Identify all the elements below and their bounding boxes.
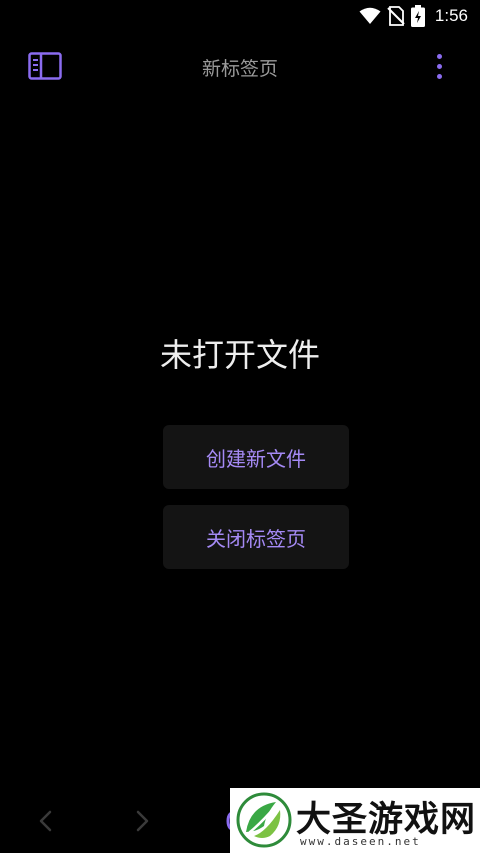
status-icons: 1:56: [359, 4, 468, 28]
chevron-left-icon[interactable]: [34, 808, 58, 834]
status-bar: 1:56: [0, 0, 480, 32]
page-title: 新标签页: [201, 58, 278, 80]
more-options-button[interactable]: [428, 48, 450, 84]
app-bar: 新标签页: [0, 38, 480, 94]
watermark-url: www.daseen.net: [300, 835, 421, 848]
watermark: 大圣游戏网 www.daseen.net: [230, 788, 480, 853]
close-tab-button[interactable]: 关闭标签页: [163, 505, 349, 569]
empty-state-title: 未打开文件: [159, 336, 320, 374]
chevron-right-icon[interactable]: [130, 808, 154, 834]
status-time: 1:56: [434, 6, 468, 25]
watermark-logo-icon: [236, 792, 292, 848]
more-vert-icon: [436, 53, 442, 79]
create-new-file-button[interactable]: 创建新文件: [163, 425, 349, 489]
wifi-icon: [359, 7, 381, 24]
battery-charging-icon: [410, 5, 425, 27]
no-sim-icon: [387, 6, 405, 26]
